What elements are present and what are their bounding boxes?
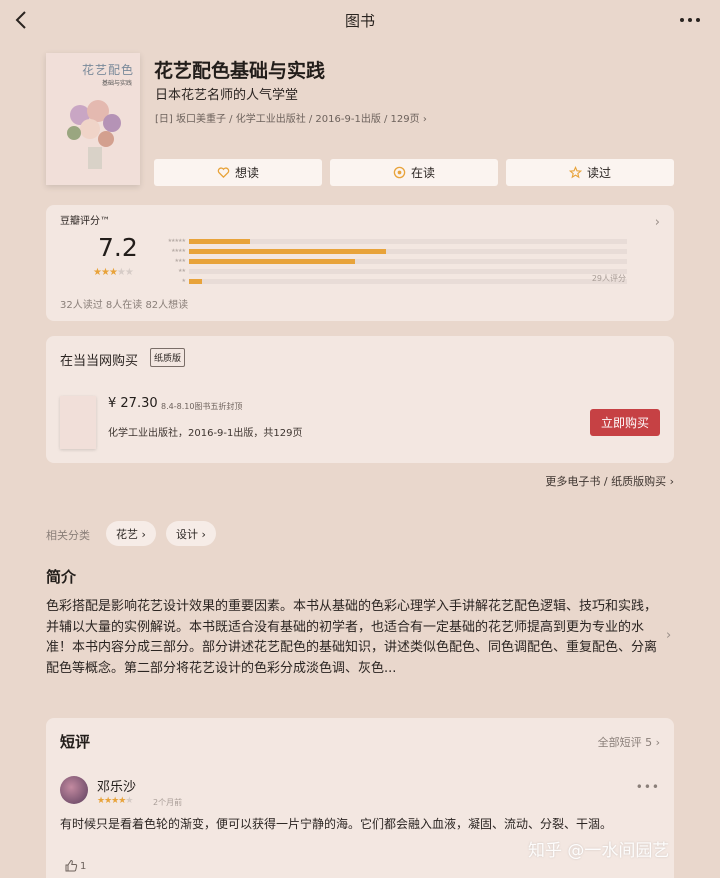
rating-bar-track bbox=[189, 258, 627, 264]
star-icon: ★ bbox=[116, 267, 126, 278]
heart-icon bbox=[217, 167, 230, 179]
rating-bar-row: ★★ bbox=[149, 266, 629, 276]
reading-button[interactable]: 在读 bbox=[330, 159, 498, 186]
more-purchase-options-link[interactable]: 更多电子书 / 纸质版购买 › bbox=[545, 473, 674, 489]
bar-star-label: ★★★ bbox=[174, 258, 186, 264]
price: ¥ 27.30 bbox=[108, 396, 158, 411]
star-icon: ★ bbox=[124, 267, 134, 278]
rating-bar-fill bbox=[189, 278, 203, 284]
reviews-heading: 短评 bbox=[60, 733, 91, 751]
target-icon bbox=[393, 166, 406, 179]
intro-text[interactable]: 色彩搭配是影响花艺设计效果的重要因素。本书从基础的色彩心理学入手讲解花艺配色逻辑… bbox=[46, 597, 658, 679]
rating-bar-track bbox=[189, 268, 627, 274]
book-cover[interactable]: 花艺配色 基础与实践 bbox=[46, 53, 140, 185]
cover-title: 花艺配色 bbox=[81, 63, 134, 77]
want-to-read-label: 想读 bbox=[234, 166, 259, 180]
rating-bar-fill bbox=[189, 248, 387, 254]
cover-subtitle: 基础与实践 bbox=[101, 80, 132, 87]
more-options-button[interactable] bbox=[680, 10, 704, 30]
rating-bar-row: ★★★ bbox=[149, 256, 629, 266]
rating-bar-row: ★★★★★ bbox=[149, 236, 629, 246]
chevron-right-icon[interactable]: › bbox=[666, 628, 671, 643]
reader-stats: 32人读过 8人在读 82人想读 bbox=[60, 300, 189, 311]
star-icon bbox=[568, 166, 582, 179]
like-count: 1 bbox=[80, 860, 87, 872]
rating-bar-track bbox=[189, 238, 627, 244]
rating-bar-row: ★★★★ bbox=[149, 246, 629, 256]
bar-star-label: ★★ bbox=[178, 268, 186, 274]
rating-bar-track bbox=[189, 248, 627, 254]
page-title: 图书 bbox=[344, 12, 375, 30]
review-more-options-button[interactable]: ••• bbox=[636, 780, 660, 794]
reviewer-name[interactable]: 邓乐沙 bbox=[97, 776, 136, 795]
star-icon: ★ bbox=[108, 267, 118, 278]
all-reviews-link[interactable]: 全部短评 5 › bbox=[598, 734, 660, 750]
thumbs-up-icon bbox=[65, 859, 78, 872]
purchase-card: 在当当网购买 纸质版 ¥ 27.30 8.4-8.10图书五折封顶 化学工业出版… bbox=[46, 336, 674, 463]
star-icon: ★ bbox=[125, 796, 133, 806]
rating-bar-row: ★ bbox=[149, 276, 629, 286]
star-icon: ★ bbox=[100, 267, 110, 278]
chevron-right-icon: › bbox=[654, 215, 660, 230]
top-navigation-bar: 图书 bbox=[0, 0, 720, 40]
rating-distribution: ★★★★★ ★★★★ ★★★ ★★ ★ bbox=[149, 236, 629, 286]
category-tag-design[interactable]: 设计 › bbox=[166, 521, 216, 546]
rating-bar-fill bbox=[189, 258, 356, 264]
edition-info: 化学工业出版社，2016-9-1出版，共129页 bbox=[108, 428, 303, 439]
book-subtitle: 日本花艺名师的人气学堂 bbox=[155, 88, 299, 103]
category-label: 相关分类 bbox=[46, 529, 90, 542]
bar-star-label: ★ bbox=[181, 278, 186, 284]
read-button[interactable]: 读过 bbox=[506, 159, 674, 186]
book-thumbnail bbox=[60, 396, 96, 449]
rating-bar-track bbox=[189, 278, 627, 284]
review-stars: ★★★★★ bbox=[97, 796, 133, 806]
bar-star-label: ★★★★★ bbox=[167, 238, 186, 244]
review-text: 有时候只是看着色轮的渐变，便可以获得一片宁静的海。它们都会融入血液，凝固、流动、… bbox=[60, 817, 613, 831]
watermark: 知乎 @一水间园艺 bbox=[528, 841, 670, 861]
avatar[interactable] bbox=[60, 776, 88, 804]
category-tag-floral[interactable]: 花艺 › bbox=[106, 521, 156, 546]
bar-star-label: ★★★★ bbox=[171, 248, 186, 254]
rating-stars: ★★★★★ bbox=[93, 267, 134, 278]
rating-count: 29人评分 bbox=[591, 274, 626, 283]
promotion-text: 8.4-8.10图书五折封顶 bbox=[161, 402, 243, 411]
like-button[interactable]: 1 bbox=[64, 859, 86, 873]
read-label: 读过 bbox=[586, 166, 611, 180]
want-to-read-button[interactable]: 想读 bbox=[154, 159, 322, 186]
purchase-store-title: 在当当网购买 bbox=[60, 354, 139, 369]
intro-heading: 简介 bbox=[46, 568, 77, 586]
rating-label: 豆瓣评分™ bbox=[60, 216, 110, 227]
star-icon: ★ bbox=[93, 267, 102, 278]
book-title: 花艺配色基础与实践 bbox=[154, 60, 326, 82]
flower-bouquet-image bbox=[67, 100, 121, 169]
buy-now-button[interactable]: 立即购买 bbox=[590, 409, 660, 436]
review-time: 2个月前 bbox=[153, 798, 183, 807]
rating-bar-fill bbox=[189, 238, 251, 244]
edition-badge: 纸质版 bbox=[150, 348, 186, 367]
rating-score: 7.2 bbox=[98, 233, 138, 262]
reading-label: 在读 bbox=[410, 166, 435, 180]
book-meta[interactable]: [日] 坂口美重子 / 化学工业出版社 / 2016-9-1出版 / 129页 … bbox=[155, 110, 427, 125]
douban-rating-card[interactable]: 豆瓣评分™ › 7.2 ★★★★★ ★★★★★ ★★★★ ★★★ ★★ ★ 29人评分 … bbox=[46, 205, 674, 321]
